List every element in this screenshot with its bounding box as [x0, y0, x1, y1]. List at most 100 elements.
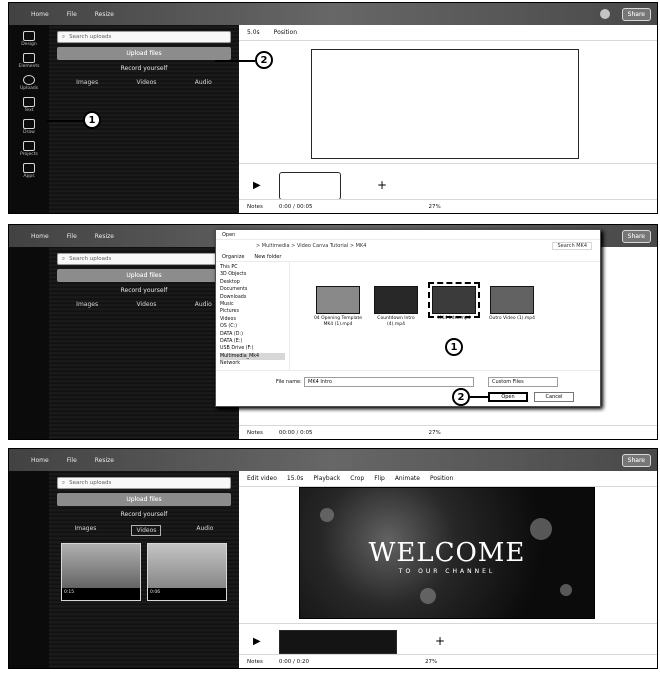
tab-images[interactable]: Images: [76, 79, 98, 86]
welcome-heading: WELCOME: [368, 538, 526, 568]
new-folder-button[interactable]: New folder: [254, 254, 281, 260]
add-page-icon[interactable]: +: [377, 178, 387, 192]
file-name: Outro Video (1).mp4: [488, 316, 536, 321]
nav-item[interactable]: Pictures: [220, 308, 285, 315]
zoom-level[interactable]: 27%: [428, 204, 440, 210]
nav-item[interactable]: Documents: [220, 286, 285, 293]
navigation-pane: This PC 3D Objects Desktop Documents Dow…: [216, 262, 290, 370]
tab-audio[interactable]: Audio: [196, 525, 213, 536]
rail-apps[interactable]: Apps: [12, 163, 46, 179]
share-button[interactable]: Share: [621, 7, 651, 21]
duration-label[interactable]: 5.0s: [247, 29, 260, 36]
search-input[interactable]: ⌕ Search uploads: [57, 253, 231, 265]
rail-projects[interactable]: Projects: [12, 141, 46, 157]
position-button[interactable]: Position: [274, 29, 297, 36]
rail-draw[interactable]: Draw: [12, 119, 46, 135]
menu-resize[interactable]: Resize: [95, 233, 114, 240]
tab-videos[interactable]: Videos: [131, 525, 162, 536]
file-thumb-selected[interactable]: [428, 282, 480, 318]
nav-item[interactable]: DATA (E:): [220, 338, 285, 345]
share-button[interactable]: Share: [621, 229, 651, 243]
cancel-button[interactable]: Cancel: [534, 392, 574, 402]
rail-elements[interactable]: Elements: [12, 53, 46, 69]
crop-button[interactable]: Crop: [350, 475, 364, 482]
position-button[interactable]: Position: [430, 475, 453, 482]
organize-button[interactable]: Organize: [222, 254, 244, 260]
search-input[interactable]: ⌕ Search uploads: [57, 477, 231, 489]
duration-label[interactable]: 15.0s: [287, 475, 304, 482]
record-yourself-link[interactable]: Record yourself: [57, 65, 231, 72]
animate-button[interactable]: Animate: [395, 475, 420, 482]
search-input[interactable]: ⌕ Search uploads: [57, 31, 231, 43]
nav-item[interactable]: Downloads: [220, 294, 285, 301]
time-readout: 0:00 / 00:05: [278, 203, 313, 210]
video-duration: 0:15: [62, 588, 140, 600]
menu-file[interactable]: File: [67, 11, 77, 18]
menu-file[interactable]: File: [67, 457, 77, 464]
nav-item[interactable]: USB Drive (F:): [220, 345, 285, 352]
file-thumb[interactable]: [374, 286, 418, 314]
nav-item[interactable]: 3D Objects: [220, 271, 285, 278]
tab-audio[interactable]: Audio: [195, 79, 212, 86]
playback-button[interactable]: Playback: [313, 475, 340, 482]
record-yourself-link[interactable]: Record yourself: [57, 287, 231, 294]
file-thumb[interactable]: [490, 286, 534, 314]
uploaded-video-thumb[interactable]: 0:06: [147, 543, 227, 601]
nav-item[interactable]: Desktop: [220, 279, 285, 286]
menu-home[interactable]: Home: [31, 11, 49, 18]
tab-images[interactable]: Images: [76, 301, 98, 308]
upload-files-button[interactable]: Upload files: [57, 269, 231, 282]
address-bar[interactable]: > Multimedia > Video Canva Tutorial > MK…: [216, 240, 600, 252]
share-button[interactable]: Share: [621, 453, 651, 467]
callout-arrow: [215, 60, 255, 62]
rail-text[interactable]: Text: [12, 97, 46, 113]
timeline-clip[interactable]: [279, 172, 341, 200]
search-placeholder: Search uploads: [69, 256, 112, 262]
dialog-search[interactable]: Search MK4: [552, 242, 592, 250]
uploaded-video-thumb[interactable]: 0:15: [61, 543, 141, 601]
nav-item[interactable]: Network: [220, 360, 285, 367]
uploads-panel: ⌕ Search uploads Upload files Record your…: [49, 25, 239, 213]
notes-button[interactable]: Notes: [247, 204, 263, 210]
welcome-video-canvas[interactable]: WELCOME TO OUR CHANNEL: [299, 487, 595, 619]
file-thumb[interactable]: [316, 286, 360, 314]
tab-videos[interactable]: Videos: [136, 79, 156, 86]
rail-design[interactable]: Design: [12, 31, 46, 47]
file-type-select[interactable]: Custom Files: [488, 377, 558, 387]
play-icon[interactable]: ▶: [253, 180, 261, 191]
rail-label: Draw: [23, 130, 35, 135]
menu-home[interactable]: Home: [31, 457, 49, 464]
media-tabs: Images Videos Audio: [57, 525, 231, 536]
play-icon[interactable]: ▶: [253, 636, 261, 647]
avatar[interactable]: [599, 9, 610, 19]
nav-item[interactable]: Videos: [220, 316, 285, 323]
menu-resize[interactable]: Resize: [95, 457, 114, 464]
file-name-input[interactable]: MK4 Intro: [304, 377, 474, 387]
nav-item[interactable]: OS (C:): [220, 323, 285, 330]
timeline-clip[interactable]: [279, 630, 397, 654]
tab-videos[interactable]: Videos: [136, 301, 156, 308]
edit-video-button[interactable]: Edit video: [247, 475, 277, 482]
menu-resize[interactable]: Resize: [95, 11, 114, 18]
tab-audio[interactable]: Audio: [195, 301, 212, 308]
time-readout: 00:00 / 0:05: [278, 429, 313, 436]
add-page-icon[interactable]: +: [435, 634, 445, 648]
upload-files-button[interactable]: Upload files: [57, 47, 231, 60]
blank-canvas[interactable]: [311, 49, 579, 159]
flip-button[interactable]: Flip: [374, 475, 385, 482]
zoom-level[interactable]: 27%: [428, 430, 440, 436]
menu-file[interactable]: File: [67, 233, 77, 240]
rail-uploads[interactable]: Uploads: [12, 75, 46, 91]
menu-home[interactable]: Home: [31, 233, 49, 240]
open-button[interactable]: Open: [488, 392, 528, 402]
notes-button[interactable]: Notes: [247, 659, 263, 665]
zoom-level[interactable]: 27%: [425, 659, 437, 665]
notes-button[interactable]: Notes: [247, 430, 263, 436]
upload-files-button[interactable]: Upload files: [57, 493, 231, 506]
tab-images[interactable]: Images: [75, 525, 97, 536]
nav-item[interactable]: This PC: [220, 264, 285, 271]
nav-item[interactable]: Multimedia_Mk4: [220, 352, 285, 361]
record-yourself-link[interactable]: Record yourself: [57, 511, 231, 518]
nav-item[interactable]: DATA (D:): [220, 331, 285, 338]
nav-item[interactable]: Music: [220, 301, 285, 308]
